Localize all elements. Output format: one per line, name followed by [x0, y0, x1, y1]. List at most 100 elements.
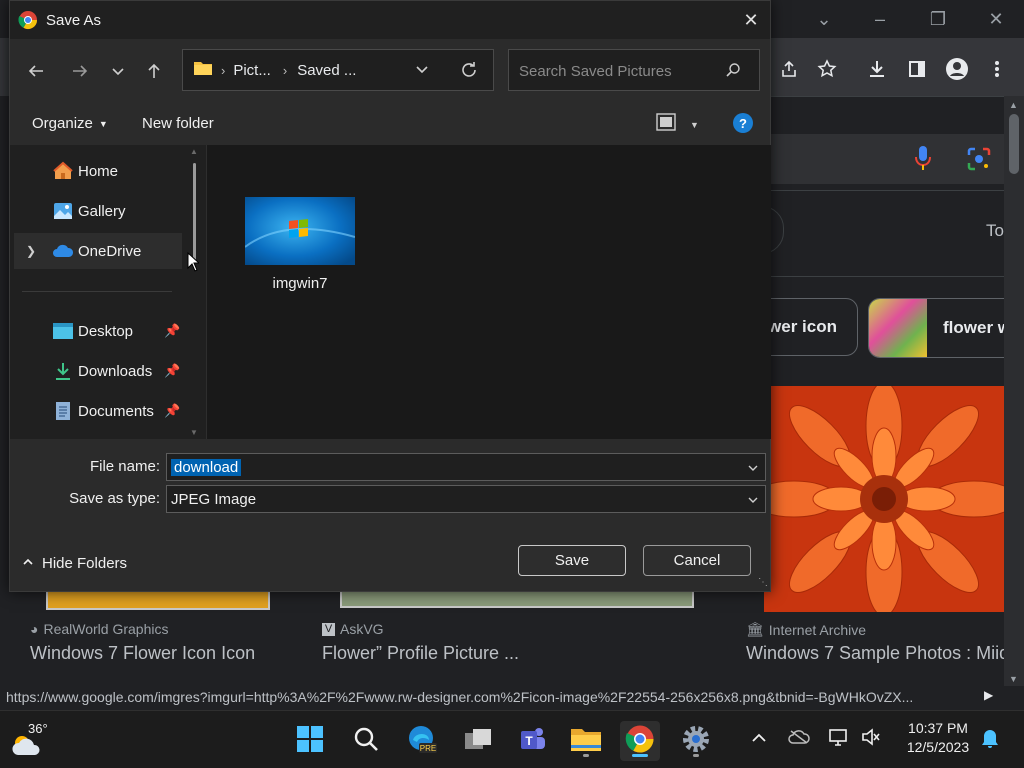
file-item[interactable]: imgwin7 [237, 197, 355, 301]
scroll-up-arrow[interactable]: ▲ [190, 147, 198, 156]
search-taskbar-button[interactable] [346, 721, 386, 761]
save-button[interactable]: Save [518, 545, 626, 576]
result-thumbnail[interactable] [340, 592, 694, 608]
nav-item-documents[interactable]: Documents 📌 [14, 393, 182, 429]
forward-arrow-icon[interactable] [64, 55, 96, 87]
dialog-close-icon[interactable]: ✕ [732, 1, 770, 39]
start-button[interactable] [290, 721, 330, 761]
home-icon [52, 160, 74, 182]
downloads-toolbar-icon[interactable] [862, 54, 892, 84]
nav-item-downloads[interactable]: Downloads 📌 [14, 353, 182, 389]
profile-icon[interactable] [942, 54, 972, 84]
result-title[interactable]: Windows 7 Sample Photos : Miid [746, 643, 1004, 664]
nav-item-home[interactable]: Home [14, 153, 182, 189]
chrome-taskbar-button[interactable] [620, 721, 660, 761]
restore-icon[interactable]: ❐ [918, 0, 958, 38]
clock[interactable]: 10:37 PM 12/5/2023 [898, 719, 978, 757]
network-icon[interactable] [828, 727, 850, 752]
view-options-button[interactable]: ▼ [656, 113, 699, 136]
breadcrumb-saved-pictures[interactable]: Saved ... [297, 62, 356, 79]
nav-item-gallery[interactable]: Gallery [14, 193, 182, 229]
search-box[interactable] [508, 49, 760, 91]
page-scrollbar[interactable]: ▲ ▼ [1004, 96, 1024, 686]
weather-widget[interactable]: 36° [10, 721, 90, 759]
search-input[interactable] [517, 58, 721, 84]
hide-folders-button[interactable]: Hide Folders [22, 555, 127, 572]
save-as-type-select[interactable]: JPEG Image [166, 485, 766, 513]
result-title[interactable]: Windows 7 Flower Icon Icon [30, 643, 255, 664]
scrollbar-thumb[interactable] [1009, 114, 1019, 174]
askvg-icon: V [322, 622, 335, 636]
navigation-pane: Home Gallery ❯ OneDrive Desktop 📌 Downlo… [10, 145, 206, 439]
back-arrow-icon[interactable] [20, 55, 52, 87]
edge-preview-button[interactable]: PRE [402, 721, 442, 761]
minimize-icon[interactable]: – [860, 0, 900, 38]
address-bar[interactable]: › Pict... › Saved ... [182, 49, 494, 91]
scroll-down-arrow[interactable]: ▼ [1009, 674, 1018, 684]
onedrive-tray-icon[interactable] [788, 729, 810, 750]
breadcrumb-separator-icon[interactable]: › [283, 63, 287, 78]
nav-item-onedrive[interactable]: ❯ OneDrive [14, 233, 182, 269]
recent-locations-chevron-icon[interactable] [102, 55, 134, 87]
result-title[interactable]: Flower” Profile Picture ... [322, 643, 519, 664]
result-image-flower[interactable] [764, 386, 1004, 612]
file-name-combobox[interactable]: download [166, 453, 766, 481]
dropdown-caret-icon: ▼ [98, 118, 108, 129]
voice-search-icon[interactable] [912, 144, 934, 177]
nav-scrollbar[interactable]: ▲ ▼ [190, 145, 200, 437]
file-explorer-button[interactable] [566, 721, 606, 761]
tools-label[interactable]: To [986, 221, 1004, 241]
task-view-icon [463, 727, 493, 756]
cancel-button[interactable]: Cancel [643, 545, 751, 576]
tray-overflow-chevron-icon[interactable] [750, 729, 768, 752]
scroll-up-arrow[interactable]: ▲ [1009, 100, 1018, 110]
teams-button[interactable]: T [512, 721, 552, 761]
search-icon [352, 725, 380, 758]
result-source[interactable]: ◕ RealWorld Graphics [30, 621, 168, 637]
lens-icon[interactable] [966, 146, 992, 177]
share-icon[interactable] [774, 54, 804, 84]
address-dropdown-icon[interactable] [415, 62, 429, 80]
result-thumbnail[interactable] [46, 592, 270, 610]
result-source[interactable]: V AskVG [322, 621, 384, 637]
notification-bell-icon[interactable] [980, 727, 1000, 754]
bookmark-star-icon[interactable] [812, 54, 842, 84]
breadcrumb-pictures[interactable]: Pict... [233, 62, 271, 79]
chevron-down-icon[interactable] [747, 493, 759, 510]
divider [770, 96, 1004, 97]
refresh-icon[interactable] [459, 60, 479, 84]
tab-search-chevron-icon[interactable]: ⌄ [804, 0, 844, 38]
mouse-cursor-icon [187, 251, 201, 277]
nav-item-desktop[interactable]: Desktop 📌 [14, 313, 182, 349]
volume-muted-icon[interactable] [860, 727, 882, 752]
up-arrow-icon[interactable] [138, 55, 170, 87]
active-indicator [632, 754, 648, 757]
file-name-input[interactable]: download [171, 458, 242, 476]
pin-icon[interactable]: 📌 [164, 403, 180, 419]
gallery-icon [52, 200, 74, 222]
pin-icon[interactable]: 📌 [164, 323, 180, 339]
pin-icon[interactable]: 📌 [164, 363, 180, 379]
organize-button[interactable]: Organize ▼ [32, 115, 108, 132]
suggestion-chip[interactable]: flower w [868, 298, 1024, 358]
settings-button[interactable] [676, 721, 716, 761]
result-source[interactable]: 🏛 Internet Archive [746, 621, 866, 638]
chrome-logo-icon [18, 10, 38, 35]
task-view-button[interactable] [458, 721, 498, 761]
scrollbar-thumb[interactable] [193, 163, 196, 263]
resize-grip-icon[interactable]: ⋱ [758, 577, 768, 588]
new-folder-button[interactable]: New folder [142, 115, 214, 132]
edge-pre-icon: PRE [407, 724, 437, 759]
search-icon[interactable] [725, 62, 741, 83]
help-icon[interactable]: ? [733, 113, 753, 133]
browser-close-icon[interactable]: ✕ [976, 0, 1016, 38]
expand-chevron-icon[interactable]: ❯ [26, 244, 36, 258]
chrome-menu-icon[interactable] [982, 54, 1012, 84]
folder-icon [193, 60, 213, 80]
side-panel-icon[interactable] [902, 54, 932, 84]
scroll-down-arrow[interactable]: ▼ [190, 428, 198, 437]
dialog-titlebar[interactable]: Save As ✕ [10, 1, 770, 39]
chevron-down-icon[interactable] [747, 461, 759, 478]
globe-icon: ◕ [30, 621, 39, 637]
status-scroll-right-icon[interactable]: ▶ [984, 688, 993, 702]
